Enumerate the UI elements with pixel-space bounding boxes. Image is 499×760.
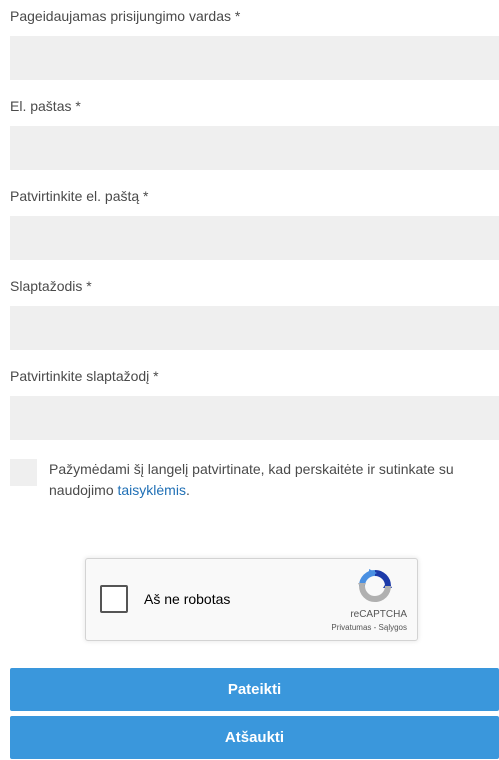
recaptcha-terms-link[interactable]: Sąlygos bbox=[379, 623, 407, 632]
terms-text: Pažymėdami šį langelį patvirtinate, kad … bbox=[49, 459, 499, 501]
username-label: Pageidaujamas prisijungimo vardas * bbox=[10, 8, 241, 24]
registration-form: Pageidaujamas prisijungimo vardas * El. … bbox=[0, 0, 499, 760]
recaptcha-widget: Aš ne robotas reCAPTCHA Privatumas - Sąl… bbox=[85, 558, 418, 641]
terms-link[interactable]: taisyklėmis bbox=[118, 482, 186, 498]
password-input[interactable] bbox=[10, 306, 499, 350]
terms-checkbox[interactable] bbox=[10, 459, 37, 486]
email-label: El. paštas * bbox=[10, 98, 81, 114]
username-input[interactable] bbox=[10, 36, 499, 80]
recaptcha-label: Aš ne robotas bbox=[144, 591, 231, 607]
recaptcha-links: Privatumas - Sąlygos bbox=[331, 623, 407, 632]
terms-row: Pažymėdami šį langelį patvirtinate, kad … bbox=[10, 459, 499, 509]
confirm-password-label: Patvirtinkite slaptažodį * bbox=[10, 368, 159, 384]
recaptcha-logo-icon bbox=[358, 569, 392, 603]
submit-button[interactable]: Pateikti bbox=[10, 668, 499, 711]
terms-text-body: Pažymėdami šį langelį patvirtinate, kad … bbox=[49, 461, 454, 498]
confirm-email-input[interactable] bbox=[10, 216, 499, 260]
cancel-button[interactable]: Atšaukti bbox=[10, 716, 499, 759]
recaptcha-links-separator: - bbox=[371, 623, 379, 632]
recaptcha-brand: reCAPTCHA bbox=[350, 609, 407, 620]
confirm-password-input[interactable] bbox=[10, 396, 499, 440]
email-input[interactable] bbox=[10, 126, 499, 170]
recaptcha-checkbox[interactable] bbox=[100, 585, 128, 613]
confirm-email-label: Patvirtinkite el. paštą * bbox=[10, 188, 149, 204]
terms-text-suffix: . bbox=[185, 482, 190, 498]
password-label: Slaptažodis * bbox=[10, 278, 92, 294]
recaptcha-privacy-link[interactable]: Privatumas bbox=[331, 623, 371, 632]
